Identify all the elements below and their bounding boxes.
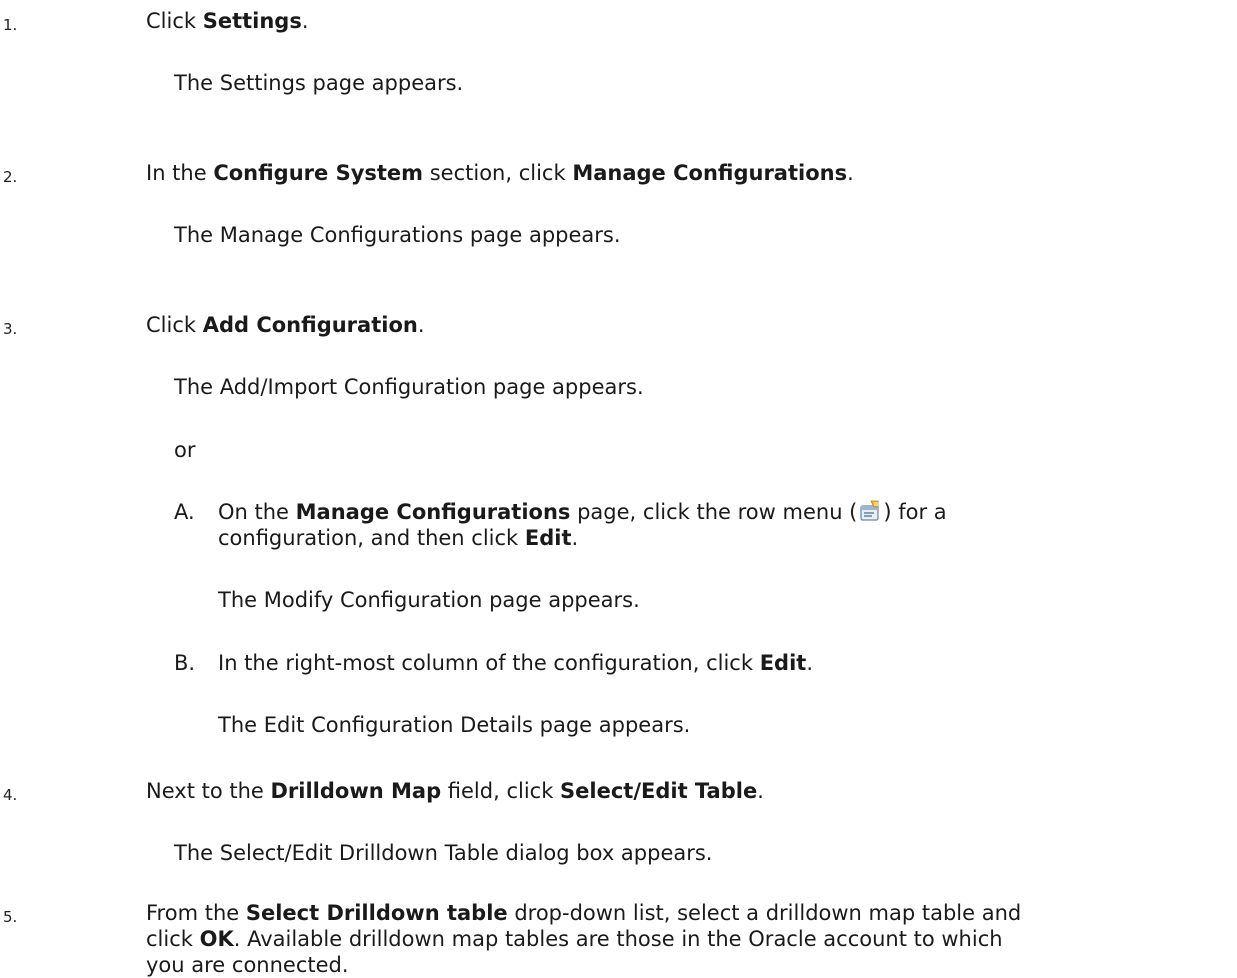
text: In the right-most column of the configur… xyxy=(218,651,760,675)
step-result: The Select/Edit Drilldown Table dialog b… xyxy=(174,841,713,865)
text: ) for a xyxy=(883,500,947,524)
text: Click xyxy=(146,9,203,33)
ui-term: Select/Edit Table xyxy=(560,779,758,803)
ui-term: Select Drilldown table xyxy=(245,901,508,925)
step-number: 5. xyxy=(3,908,18,926)
substep-result: The Edit Configuration Details page appe… xyxy=(218,713,691,737)
step-result: The Settings page appears. xyxy=(174,71,464,95)
step-instruction: In the Configure System section, click M… xyxy=(146,160,854,186)
row-menu-icon xyxy=(860,500,879,521)
ui-term: Edit xyxy=(759,651,807,675)
step-instruction-line2: click OK. Available drilldown map tables… xyxy=(146,926,1003,952)
text: . xyxy=(757,779,764,803)
text: Next to the xyxy=(146,779,271,803)
step-number: 1. xyxy=(3,16,18,34)
step-instruction: Click Settings. xyxy=(146,8,309,34)
text: . xyxy=(847,161,854,185)
ui-term: Add Configuration xyxy=(202,313,418,337)
text: On the xyxy=(218,500,296,524)
text: drop-down list, select a drilldown map t… xyxy=(507,901,1022,925)
substep-letter: A. xyxy=(174,500,195,524)
step-number: 3. xyxy=(3,320,18,338)
text: configuration, and then click xyxy=(218,526,525,550)
ui-term: Manage Configurations xyxy=(572,161,848,185)
text: section, click xyxy=(423,161,573,185)
substep-instruction: On the Manage Configurations page, click… xyxy=(218,499,947,525)
text: . xyxy=(301,9,309,33)
step-number: 2. xyxy=(3,168,18,186)
substep-letter: B. xyxy=(174,651,196,675)
ui-term: Settings xyxy=(202,9,302,33)
step-instruction-line3: you are connected. xyxy=(146,953,349,977)
step-result: The Add/Import Configuration page appear… xyxy=(174,375,644,399)
document: 1. Click Settings. The Settings page app… xyxy=(0,0,1237,977)
text: In the xyxy=(146,161,214,185)
text: From the xyxy=(146,901,246,925)
step-instruction: From the Select Drilldown table drop-dow… xyxy=(146,900,1021,926)
substep-result: The Modify Configuration page appears. xyxy=(218,588,640,612)
text: . xyxy=(571,526,579,550)
text: . Available drilldown map tables are tho… xyxy=(233,927,1003,951)
step-result: The Manage Configurations page appears. xyxy=(174,223,621,247)
ui-term: Manage Configurations xyxy=(295,500,571,524)
step-instruction: Next to the Drilldown Map field, click S… xyxy=(146,778,764,804)
or-label: or xyxy=(174,438,196,462)
text: . xyxy=(417,313,425,337)
text: field, click xyxy=(441,779,561,803)
text: page, click the row menu ( xyxy=(570,500,858,524)
ui-term: OK xyxy=(199,927,234,951)
substep-instruction: In the right-most column of the configur… xyxy=(218,650,813,676)
step-instruction: Click Add Configuration. xyxy=(146,312,425,338)
step-number: 4. xyxy=(3,786,18,804)
text: . xyxy=(806,651,813,675)
ui-term: Drilldown Map xyxy=(270,779,442,803)
ui-term: Configure System xyxy=(213,161,424,185)
ui-term: Edit xyxy=(524,526,572,550)
substep-instruction-line2: configuration, and then click Edit. xyxy=(218,525,578,551)
text: Click xyxy=(146,313,203,337)
text: click xyxy=(146,927,200,951)
